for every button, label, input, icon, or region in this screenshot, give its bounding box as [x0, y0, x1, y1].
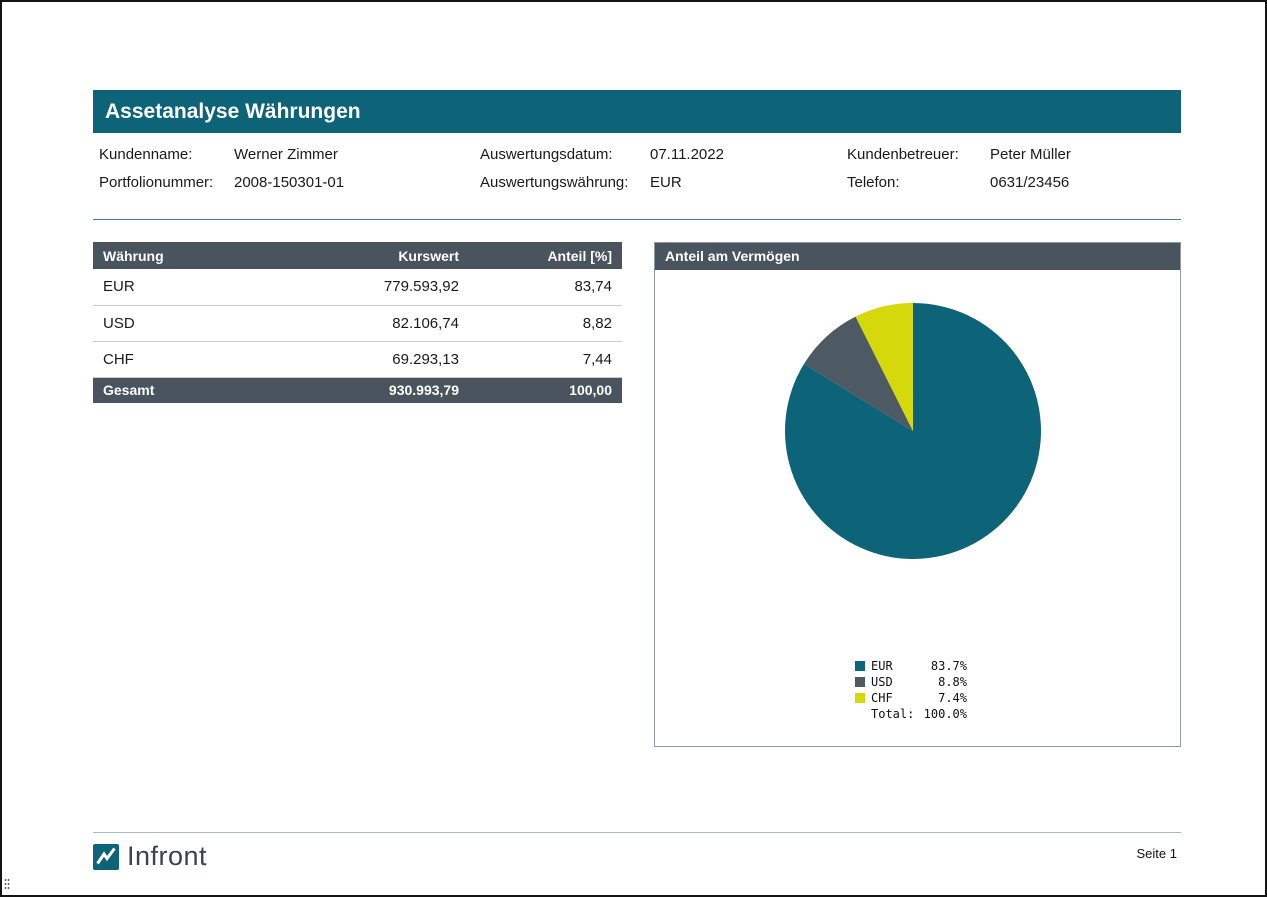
info-value: EUR [650, 174, 682, 191]
info-value: 07.11.2022 [650, 146, 724, 163]
chart-panel: Anteil am Vermögen EUR83.7%USD8.8%CHF7.4… [654, 242, 1181, 747]
legend-value: 83.7% [919, 659, 967, 673]
info-label: Telefon: [847, 174, 990, 191]
info-section: Kundenname:Werner ZimmerPortfolionummer:… [93, 140, 1181, 200]
page-title: Assetanalyse Währungen [93, 90, 1181, 133]
legend-row: CHF7.4% [855, 690, 967, 705]
col-header-kurswert: Kurswert [283, 242, 459, 269]
legend-label: Total: [871, 707, 919, 721]
page-number: Seite 1 [1137, 846, 1177, 861]
currency-table-body: EUR779.593,9283,74USD82.106,748,82CHF69.… [93, 269, 622, 377]
table-cell-value: 779.593,92 [283, 269, 459, 305]
table-total-row: Gesamt 930.993,79 100,00 [93, 377, 622, 403]
logo-text: Infront [127, 841, 207, 872]
legend-swatch-icon [855, 661, 865, 671]
infront-logo-icon [93, 844, 119, 870]
info-field: Kundenname:Werner Zimmer [99, 140, 344, 168]
info-value: 2008-150301-01 [234, 174, 344, 191]
currency-table: Währung Kurswert Anteil [%] EUR779.593,9… [93, 242, 622, 403]
info-value: 0631/23456 [990, 174, 1069, 191]
legend-value: 7.4% [919, 691, 967, 705]
info-value: Werner Zimmer [234, 146, 338, 163]
total-share: 100,00 [459, 377, 622, 403]
info-column: Kundenname:Werner ZimmerPortfolionummer:… [99, 140, 344, 196]
info-field: Kundenbetreuer:Peter Müller [847, 140, 1071, 168]
legend-label: EUR [871, 659, 919, 673]
info-label: Portfolionummer: [99, 174, 234, 191]
chart-panel-title: Anteil am Vermögen [655, 243, 1180, 270]
info-label: Auswertungsdatum: [480, 146, 650, 163]
legend-row: USD8.8% [855, 674, 967, 689]
legend-value: 8.8% [919, 675, 967, 689]
table-row: CHF69.293,137,44 [93, 341, 622, 377]
table-cell-currency: CHF [93, 341, 283, 377]
table-row: USD82.106,748,82 [93, 305, 622, 341]
info-field: Auswertungsdatum:07.11.2022 [480, 140, 724, 168]
legend-swatch-icon [855, 693, 865, 703]
table-cell-share: 7,44 [459, 341, 622, 377]
report-page: Assetanalyse Währungen Kundenname:Werner… [0, 0, 1267, 897]
legend-swatch-icon [855, 677, 865, 687]
info-label: Kundenbetreuer: [847, 146, 990, 163]
info-column: Kundenbetreuer:Peter MüllerTelefon:0631/… [847, 140, 1071, 196]
col-header-anteil: Anteil [%] [459, 242, 622, 269]
col-header-currency: Währung [93, 242, 283, 269]
pie-legend: EUR83.7%USD8.8%CHF7.4%Total:100.0% [855, 658, 967, 722]
table-cell-currency: EUR [93, 269, 283, 305]
table-row: EUR779.593,9283,74 [93, 269, 622, 305]
legend-label: USD [871, 675, 919, 689]
info-value: Peter Müller [990, 146, 1071, 163]
info-field: Telefon:0631/23456 [847, 168, 1071, 196]
header-divider [93, 219, 1181, 220]
table-cell-share: 83,74 [459, 269, 622, 305]
table-header-row: Währung Kurswert Anteil [%] [93, 242, 622, 269]
total-value: 930.993,79 [283, 377, 459, 403]
info-field: Auswertungswährung:EUR [480, 168, 724, 196]
footer-divider [93, 832, 1181, 833]
stray-artifact [4, 878, 11, 891]
pie-chart [783, 301, 1043, 561]
table-cell-value: 82.106,74 [283, 305, 459, 341]
info-label: Kundenname: [99, 146, 234, 163]
legend-label: CHF [871, 691, 919, 705]
footer-logo: Infront [93, 841, 207, 872]
total-label: Gesamt [93, 377, 283, 403]
info-label: Auswertungswährung: [480, 174, 650, 191]
table-cell-currency: USD [93, 305, 283, 341]
table-cell-value: 69.293,13 [283, 341, 459, 377]
table-cell-share: 8,82 [459, 305, 622, 341]
legend-row: Total:100.0% [855, 706, 967, 721]
legend-row: EUR83.7% [855, 658, 967, 673]
info-field: Portfolionummer:2008-150301-01 [99, 168, 344, 196]
legend-value: 100.0% [919, 707, 967, 721]
info-column: Auswertungsdatum:07.11.2022Auswertungswä… [480, 140, 724, 196]
